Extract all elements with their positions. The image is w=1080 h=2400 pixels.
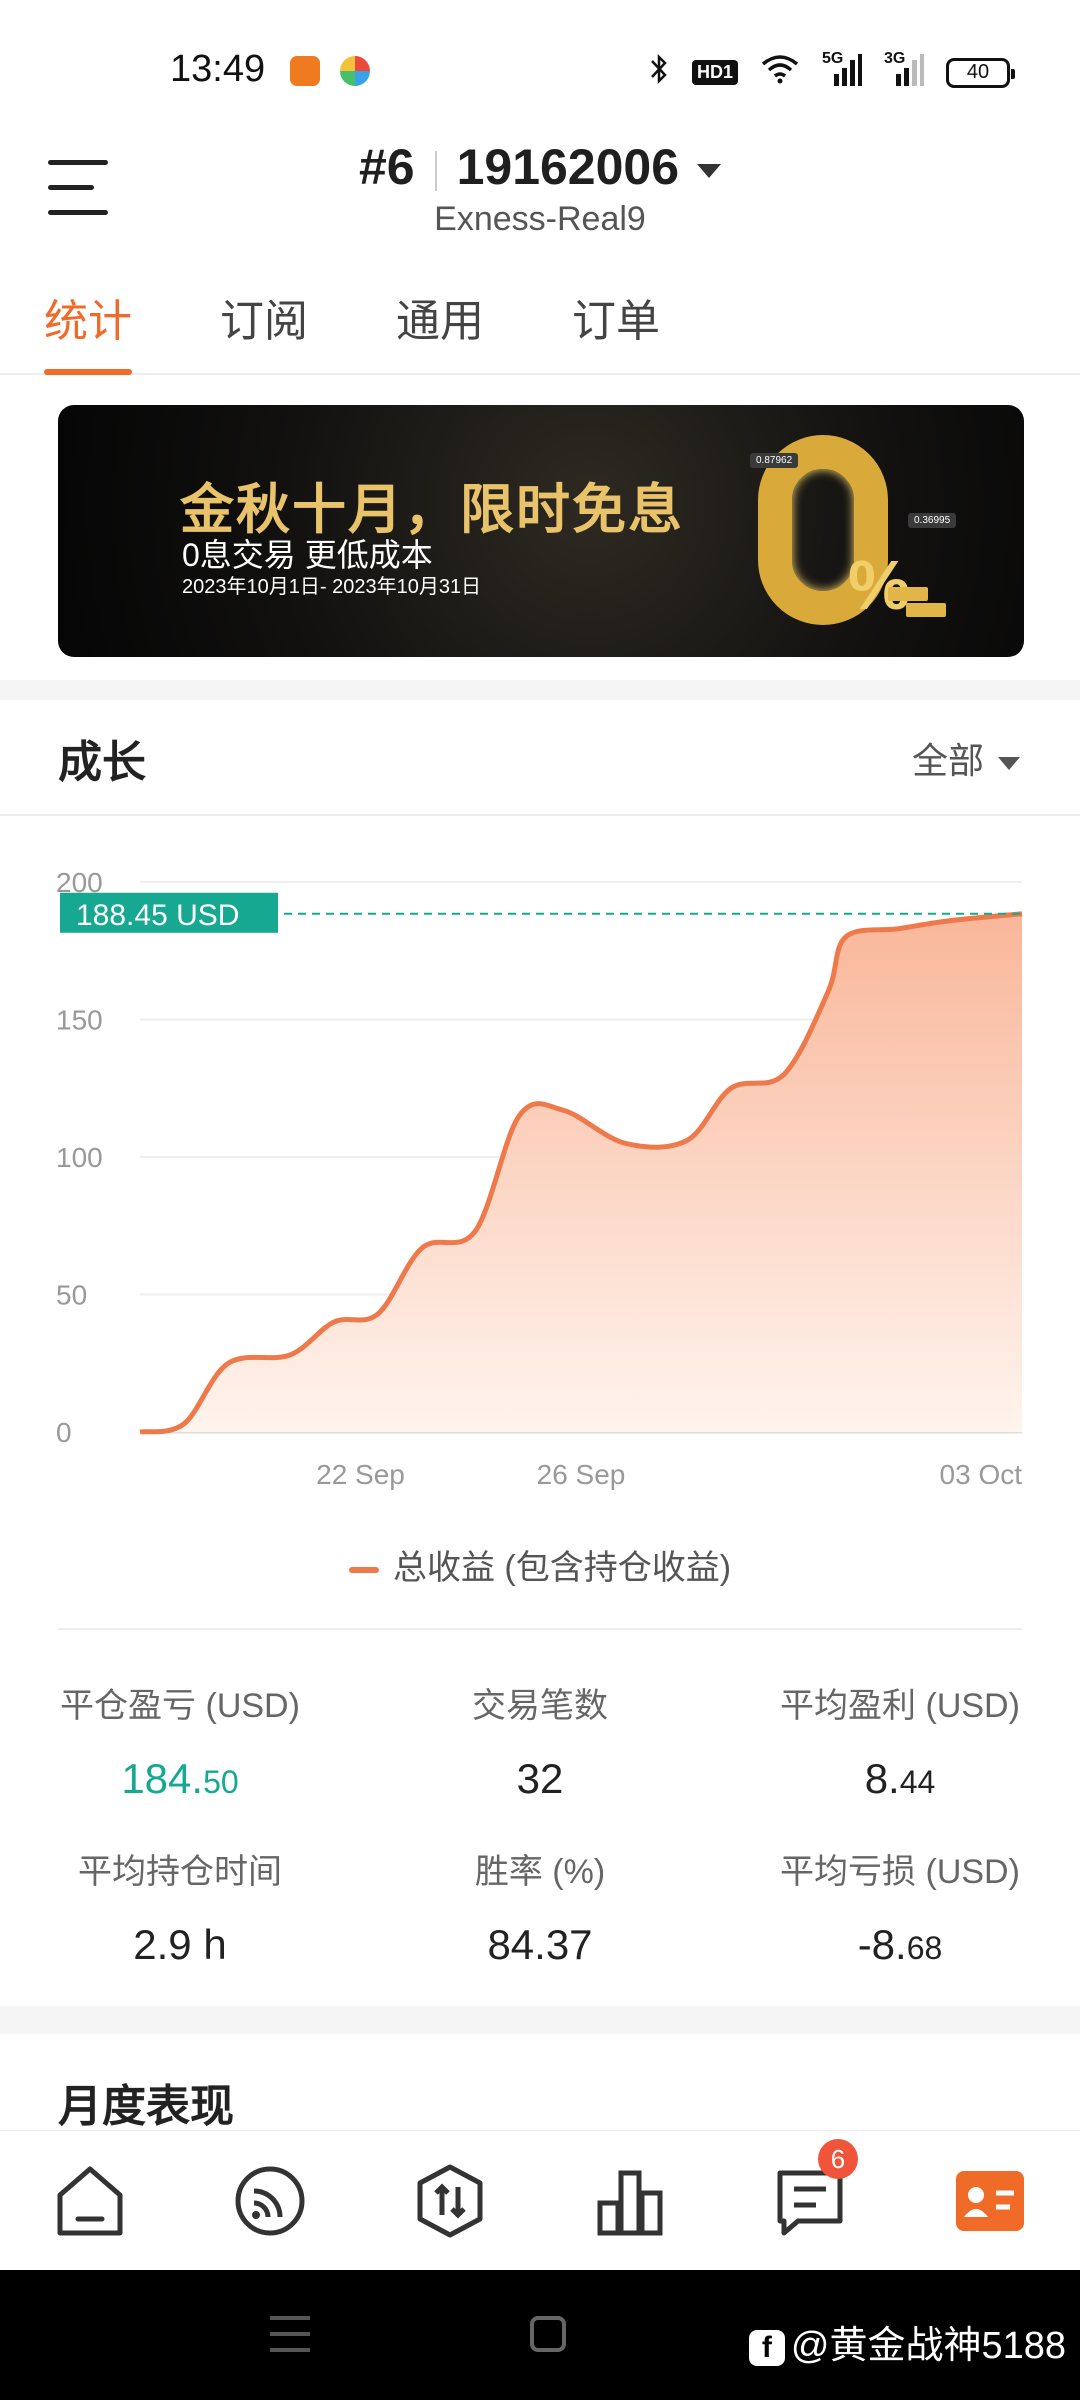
watermark: f @黄金战神5188 — [748, 2314, 1066, 2369]
section-gap — [0, 680, 1080, 700]
bluetooth-icon — [648, 53, 670, 92]
y-tick-label: 100 — [56, 1142, 103, 1173]
account-index: #6 — [358, 139, 415, 195]
promo-banner[interactable]: 金秋十月，限时免息 0息交易 更低成本 2023年10月1日- 2023年10月… — [58, 405, 1024, 657]
nav-trade-icon[interactable] — [410, 2161, 490, 2241]
nav-stats-icon[interactable] — [590, 2161, 670, 2241]
home-button-icon[interactable] — [530, 2316, 566, 2352]
signal-3g-icon: 3G — [884, 50, 924, 93]
stat-label: 平均持仓时间 — [78, 1853, 282, 1891]
stat-value: 8.44 — [864, 1755, 936, 1802]
network-label-3g: 3G — [884, 50, 906, 67]
gold-bar-icon — [906, 603, 946, 617]
x-tick-label: 26 Sep — [537, 1459, 626, 1490]
x-tick-label: 22 Sep — [316, 1459, 405, 1490]
status-time: 13:49 — [170, 48, 266, 90]
hd-icon: HD1 — [691, 60, 738, 85]
app-logo-icon: f — [748, 2329, 785, 2366]
messages-badge: 6 — [818, 2139, 858, 2179]
status-icons: HD1 5G 3G 40 — [648, 50, 1015, 93]
banner-date: 2023年10月1日- 2023年10月31日 — [182, 576, 482, 598]
stat-value: 184.50 — [121, 1755, 239, 1802]
app-notification-icon — [290, 56, 320, 86]
y-tick-label: 150 — [56, 1005, 103, 1036]
gold-bar-icon — [888, 587, 928, 601]
current-value-tag: 188.45 USD — [60, 892, 278, 933]
browser-notification-icon — [340, 56, 370, 86]
account-selector[interactable]: #6 19162006 — [0, 138, 1080, 196]
monthly-title: 月度表现 — [58, 2082, 234, 2131]
nav-profile-icon[interactable] — [950, 2161, 1030, 2241]
stat-avg-hold-time: 平均持仓时间 2.9 h — [0, 1844, 360, 1969]
account-server: Exness-Real9 — [434, 200, 646, 238]
price-tag: 0.87962 — [750, 453, 799, 468]
stat-closed-pnl: 平仓盈亏 (USD) 184.50 — [0, 1678, 360, 1803]
range-value: 全部 — [911, 740, 984, 781]
caret-down-icon — [998, 756, 1020, 770]
nav-messages-icon[interactable]: 6 — [770, 2139, 858, 2241]
title-separator — [434, 150, 437, 191]
wifi-icon — [760, 54, 800, 91]
section-gap — [0, 2006, 1080, 2034]
tab-statistics[interactable]: 统计 — [44, 285, 132, 375]
bottom-nav: 6 — [0, 2130, 1080, 2270]
stat-label: 平均亏损 (USD) — [780, 1853, 1020, 1891]
stat-value: 2.9 h — [133, 1921, 227, 1968]
range-dropdown[interactable]: 全部 — [912, 732, 1020, 784]
stat-value: -8.68 — [857, 1921, 943, 1968]
growth-chart: 188.45 USD 0 50 100 150 200 22 Sep 26 Sep 03 Oc… — [56, 867, 1023, 1490]
legend-swatch — [348, 1567, 379, 1574]
stat-avg-loss: 平均亏损 (USD) -8.68 — [720, 1844, 1080, 1969]
network-label-5g: 5G — [822, 50, 844, 67]
stat-label: 交易笔数 — [472, 1687, 608, 1725]
tab-general[interactable]: 通用 — [396, 285, 484, 375]
price-tag: 0.36995 — [908, 513, 957, 528]
growth-area — [140, 913, 1022, 1432]
y-tick-label: 200 — [56, 867, 103, 898]
caret-down-icon — [697, 163, 722, 178]
tab-bar: 统计 订阅 通用 订单 — [0, 285, 1080, 375]
stat-avg-profit: 平均盈利 (USD) 8.44 — [720, 1678, 1080, 1803]
legend-label: 总收益 (包含持仓收益) — [392, 1549, 732, 1587]
divider — [58, 1628, 1022, 1630]
stat-label: 平均盈利 (USD) — [780, 1687, 1020, 1725]
divider — [0, 814, 1080, 816]
account-number: 19162006 — [456, 139, 680, 195]
y-tick-label: 50 — [56, 1280, 87, 1311]
y-tick-label: 0 — [56, 1417, 72, 1448]
signal-5g-icon: 5G — [822, 50, 862, 93]
status-bar: 13:49 HD1 5G 3G 40 — [0, 0, 1080, 140]
system-nav-bar: f @黄金战神5188 — [0, 2270, 1080, 2400]
growth-title: 成长 — [58, 738, 146, 787]
stat-trade-count: 交易笔数 32 — [360, 1678, 720, 1803]
stat-label: 平仓盈亏 (USD) — [60, 1687, 300, 1725]
nav-home-icon[interactable] — [50, 2161, 130, 2241]
stat-value: 84.37 — [487, 1921, 593, 1968]
x-tick-label: 03 Oct — [940, 1459, 1023, 1490]
battery-icon: 40 — [946, 57, 1015, 88]
recents-icon[interactable] — [270, 2316, 310, 2352]
stat-win-rate: 胜率 (%) 84.37 — [360, 1844, 720, 1969]
stat-value: 32 — [516, 1755, 564, 1802]
chart-legend[interactable]: 总收益 (包含持仓收益) — [0, 1540, 1080, 1589]
watermark-text: @黄金战神5188 — [790, 2325, 1066, 2367]
nav-feed-icon[interactable] — [230, 2161, 310, 2241]
percent-glyph: % — [848, 546, 911, 624]
tab-subscriptions[interactable]: 订阅 — [220, 285, 308, 375]
stat-label: 胜率 (%) — [474, 1853, 606, 1891]
current-value-label: 188.45 USD — [76, 899, 239, 932]
tab-orders[interactable]: 订单 — [572, 285, 660, 375]
